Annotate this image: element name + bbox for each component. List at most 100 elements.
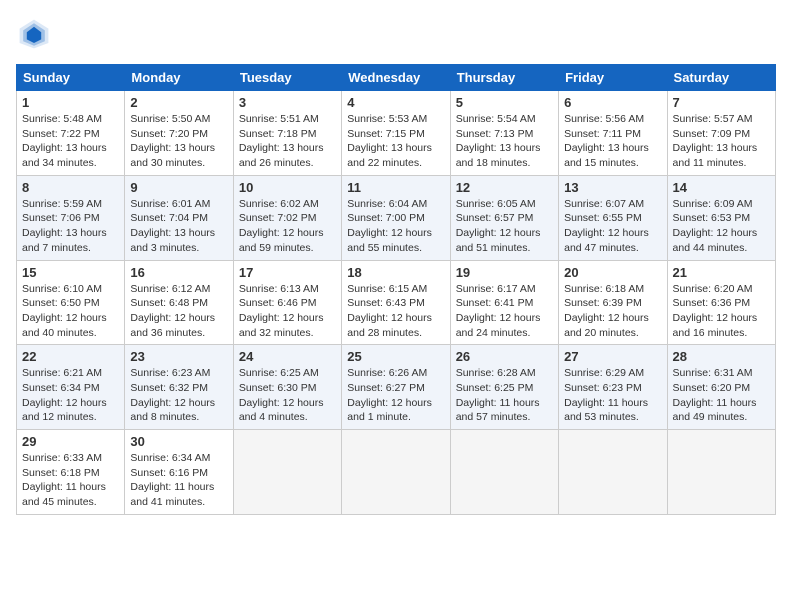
- col-header-thursday: Thursday: [450, 65, 558, 91]
- day-info: Sunrise: 6:29 AM Sunset: 6:23 PM Dayligh…: [564, 366, 661, 425]
- col-header-monday: Monday: [125, 65, 233, 91]
- day-info: Sunrise: 5:56 AM Sunset: 7:11 PM Dayligh…: [564, 112, 661, 171]
- calendar-cell: 8 Sunrise: 5:59 AM Sunset: 7:06 PM Daylig…: [17, 175, 125, 260]
- calendar-cell: 24 Sunrise: 6:25 AM Sunset: 6:30 PM Dayli…: [233, 345, 341, 430]
- calendar-cell: 1 Sunrise: 5:48 AM Sunset: 7:22 PM Daylig…: [17, 91, 125, 176]
- calendar-cell: 18 Sunrise: 6:15 AM Sunset: 6:43 PM Dayli…: [342, 260, 450, 345]
- calendar-cell: 10Sunrise: 6:02 AM Sunset: 7:02 PM Dayli…: [233, 175, 341, 260]
- calendar-week-row: 1 Sunrise: 5:48 AM Sunset: 7:22 PM Daylig…: [17, 91, 776, 176]
- day-number: 26: [456, 349, 553, 364]
- calendar-table: SundayMondayTuesdayWednesdayThursdayFrid…: [16, 64, 776, 515]
- calendar-cell: 14 Sunrise: 6:09 AM Sunset: 6:53 PM Dayli…: [667, 175, 775, 260]
- calendar-cell: 7 Sunrise: 5:57 AM Sunset: 7:09 PM Daylig…: [667, 91, 775, 176]
- day-info: Sunrise: 6:02 AM Sunset: 7:02 PM Dayligh…: [239, 197, 336, 256]
- calendar-cell: 19 Sunrise: 6:17 AM Sunset: 6:41 PM Dayli…: [450, 260, 558, 345]
- calendar-cell: 26Sunrise: 6:28 AM Sunset: 6:25 PM Dayli…: [450, 345, 558, 430]
- calendar-cell: [559, 430, 667, 515]
- day-number: 19: [456, 265, 553, 280]
- col-header-sunday: Sunday: [17, 65, 125, 91]
- calendar-cell: 16 Sunrise: 6:12 AM Sunset: 6:48 PM Dayli…: [125, 260, 233, 345]
- calendar-cell: [342, 430, 450, 515]
- calendar-week-row: 15Sunrise: 6:10 AM Sunset: 6:50 PM Dayli…: [17, 260, 776, 345]
- calendar-cell: 9 Sunrise: 6:01 AM Sunset: 7:04 PM Daylig…: [125, 175, 233, 260]
- day-number: 3: [239, 95, 336, 110]
- day-info: Sunrise: 6:12 AM Sunset: 6:48 PM Dayligh…: [130, 282, 227, 341]
- calendar-header-row: SundayMondayTuesdayWednesdayThursdayFrid…: [17, 65, 776, 91]
- calendar-cell: 25 Sunrise: 6:26 AM Sunset: 6:27 PM Dayli…: [342, 345, 450, 430]
- day-number: 21: [673, 265, 770, 280]
- calendar-cell: 30 Sunrise: 6:34 AM Sunset: 6:16 PM Dayli…: [125, 430, 233, 515]
- calendar-cell: 6 Sunrise: 5:56 AM Sunset: 7:11 PM Daylig…: [559, 91, 667, 176]
- day-number: 12: [456, 180, 553, 195]
- calendar-cell: 29Sunrise: 6:33 AM Sunset: 6:18 PM Dayli…: [17, 430, 125, 515]
- day-number: 13: [564, 180, 661, 195]
- day-info: Sunrise: 6:31 AM Sunset: 6:20 PM Dayligh…: [673, 366, 770, 425]
- day-info: Sunrise: 5:59 AM Sunset: 7:06 PM Dayligh…: [22, 197, 119, 256]
- day-info: Sunrise: 6:15 AM Sunset: 6:43 PM Dayligh…: [347, 282, 444, 341]
- day-info: Sunrise: 6:18 AM Sunset: 6:39 PM Dayligh…: [564, 282, 661, 341]
- page-header: [16, 16, 776, 52]
- calendar-cell: 17 Sunrise: 6:13 AM Sunset: 6:46 PM Dayli…: [233, 260, 341, 345]
- calendar-cell: 21 Sunrise: 6:20 AM Sunset: 6:36 PM Dayli…: [667, 260, 775, 345]
- day-info: Sunrise: 6:34 AM Sunset: 6:16 PM Dayligh…: [130, 451, 227, 510]
- day-info: Sunrise: 5:50 AM Sunset: 7:20 PM Dayligh…: [130, 112, 227, 171]
- day-info: Sunrise: 5:48 AM Sunset: 7:22 PM Dayligh…: [22, 112, 119, 171]
- calendar-cell: 2 Sunrise: 5:50 AM Sunset: 7:20 PM Daylig…: [125, 91, 233, 176]
- day-info: Sunrise: 5:54 AM Sunset: 7:13 PM Dayligh…: [456, 112, 553, 171]
- day-number: 7: [673, 95, 770, 110]
- day-info: Sunrise: 5:53 AM Sunset: 7:15 PM Dayligh…: [347, 112, 444, 171]
- calendar-cell: [450, 430, 558, 515]
- day-number: 22: [22, 349, 119, 364]
- calendar-cell: 3Sunrise: 5:51 AM Sunset: 7:18 PM Daylig…: [233, 91, 341, 176]
- day-info: Sunrise: 6:20 AM Sunset: 6:36 PM Dayligh…: [673, 282, 770, 341]
- day-info: Sunrise: 5:57 AM Sunset: 7:09 PM Dayligh…: [673, 112, 770, 171]
- calendar-week-row: 29Sunrise: 6:33 AM Sunset: 6:18 PM Dayli…: [17, 430, 776, 515]
- col-header-wednesday: Wednesday: [342, 65, 450, 91]
- day-info: Sunrise: 6:25 AM Sunset: 6:30 PM Dayligh…: [239, 366, 336, 425]
- calendar-cell: 15Sunrise: 6:10 AM Sunset: 6:50 PM Dayli…: [17, 260, 125, 345]
- day-info: Sunrise: 6:05 AM Sunset: 6:57 PM Dayligh…: [456, 197, 553, 256]
- calendar-cell: 20 Sunrise: 6:18 AM Sunset: 6:39 PM Dayli…: [559, 260, 667, 345]
- calendar-cell: 11 Sunrise: 6:04 AM Sunset: 7:00 PM Dayli…: [342, 175, 450, 260]
- calendar-week-row: 22 Sunrise: 6:21 AM Sunset: 6:34 PM Dayli…: [17, 345, 776, 430]
- calendar-cell: [233, 430, 341, 515]
- calendar-cell: 12 Sunrise: 6:05 AM Sunset: 6:57 PM Dayli…: [450, 175, 558, 260]
- day-number: 4: [347, 95, 444, 110]
- day-number: 30: [130, 434, 227, 449]
- day-info: Sunrise: 6:13 AM Sunset: 6:46 PM Dayligh…: [239, 282, 336, 341]
- day-number: 15: [22, 265, 119, 280]
- day-number: 1: [22, 95, 119, 110]
- day-info: Sunrise: 6:09 AM Sunset: 6:53 PM Dayligh…: [673, 197, 770, 256]
- day-number: 23: [130, 349, 227, 364]
- day-number: 14: [673, 180, 770, 195]
- day-number: 28: [673, 349, 770, 364]
- col-header-tuesday: Tuesday: [233, 65, 341, 91]
- calendar-cell: 4 Sunrise: 5:53 AM Sunset: 7:15 PM Daylig…: [342, 91, 450, 176]
- day-info: Sunrise: 6:01 AM Sunset: 7:04 PM Dayligh…: [130, 197, 227, 256]
- day-info: Sunrise: 6:04 AM Sunset: 7:00 PM Dayligh…: [347, 197, 444, 256]
- day-number: 25: [347, 349, 444, 364]
- day-info: Sunrise: 6:23 AM Sunset: 6:32 PM Dayligh…: [130, 366, 227, 425]
- calendar-cell: 22 Sunrise: 6:21 AM Sunset: 6:34 PM Dayli…: [17, 345, 125, 430]
- day-number: 27: [564, 349, 661, 364]
- day-number: 16: [130, 265, 227, 280]
- logo-icon: [16, 16, 52, 52]
- day-number: 2: [130, 95, 227, 110]
- day-number: 11: [347, 180, 444, 195]
- calendar-cell: 27 Sunrise: 6:29 AM Sunset: 6:23 PM Dayli…: [559, 345, 667, 430]
- calendar-week-row: 8 Sunrise: 5:59 AM Sunset: 7:06 PM Daylig…: [17, 175, 776, 260]
- day-number: 20: [564, 265, 661, 280]
- day-number: 17: [239, 265, 336, 280]
- calendar-cell: 28 Sunrise: 6:31 AM Sunset: 6:20 PM Dayli…: [667, 345, 775, 430]
- day-number: 18: [347, 265, 444, 280]
- calendar-cell: 5Sunrise: 5:54 AM Sunset: 7:13 PM Daylig…: [450, 91, 558, 176]
- day-number: 29: [22, 434, 119, 449]
- day-number: 9: [130, 180, 227, 195]
- calendar-cell: 23 Sunrise: 6:23 AM Sunset: 6:32 PM Dayli…: [125, 345, 233, 430]
- day-info: Sunrise: 6:17 AM Sunset: 6:41 PM Dayligh…: [456, 282, 553, 341]
- day-number: 24: [239, 349, 336, 364]
- day-info: Sunrise: 6:21 AM Sunset: 6:34 PM Dayligh…: [22, 366, 119, 425]
- day-number: 6: [564, 95, 661, 110]
- day-number: 8: [22, 180, 119, 195]
- day-info: Sunrise: 6:26 AM Sunset: 6:27 PM Dayligh…: [347, 366, 444, 425]
